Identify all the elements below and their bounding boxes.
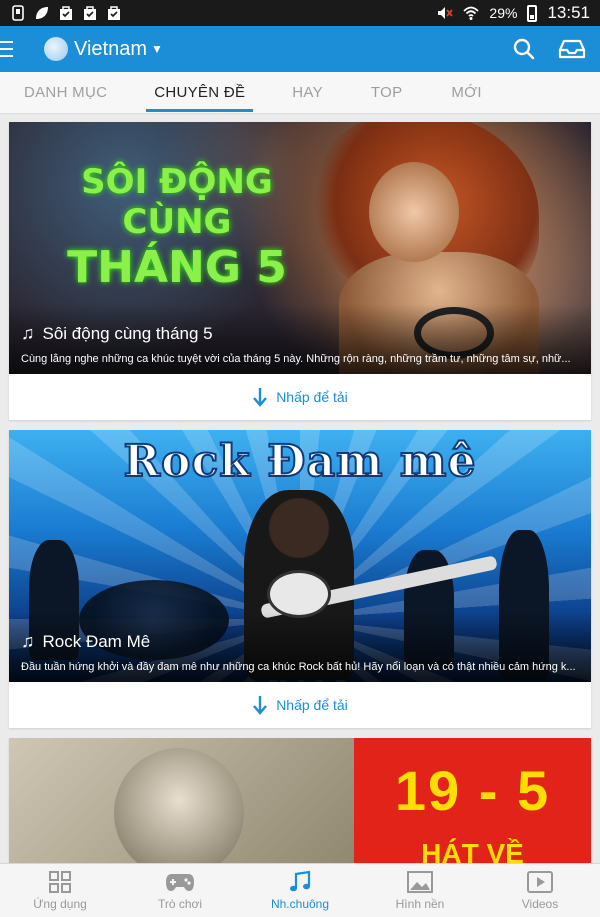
search-icon[interactable] — [512, 37, 536, 61]
apps-grid-icon — [49, 871, 71, 893]
clock: 13:51 — [547, 3, 590, 22]
nav-wallpapers[interactable]: Hình nền — [360, 864, 480, 917]
nav-label: Hình nền — [395, 897, 445, 911]
wifi-icon — [463, 6, 480, 20]
leaf-icon — [36, 7, 48, 19]
store-bag-icon — [108, 6, 120, 20]
collection-card[interactable]: Rock Đam mê ♫ Rock Đam Mê Đầu tuần hứng … — [9, 430, 591, 728]
collection-banner[interactable]: SÔI ĐỘNG CÙNG THÁNG 5 ♫ Sôi động cùng th… — [9, 122, 591, 374]
status-bar: 29% 13:51 — [0, 0, 600, 26]
music-note-icon: ♫ — [21, 323, 35, 343]
menu-icon[interactable] — [0, 26, 30, 72]
store-bag-icon — [84, 6, 96, 20]
tab-danh-muc[interactable]: DANH MỤC — [24, 72, 107, 114]
download-button[interactable]: Nhấp để tải — [9, 374, 591, 420]
nav-label: Ứng dụng — [33, 897, 87, 911]
collection-list: SÔI ĐỘNG CÙNG THÁNG 5 ♫ Sôi động cùng th… — [0, 114, 600, 863]
music-note-icon: ♫ — [21, 631, 35, 651]
nav-videos[interactable]: Videos — [480, 864, 600, 917]
arrow-down-icon — [253, 388, 268, 407]
tab-top[interactable]: TOP — [371, 72, 402, 114]
banner-artwork-subtext: HÁT VỀ — [421, 838, 524, 863]
battery-icon — [527, 4, 538, 22]
sim-alert-icon — [12, 5, 24, 21]
collection-title: Sôi động cùng tháng 5 — [42, 323, 213, 343]
collection-banner[interactable]: 19 - 5 HÁT VỀ — [9, 738, 591, 863]
chevron-down-icon[interactable]: ▼ — [151, 42, 163, 56]
arrow-down-icon — [253, 696, 268, 715]
battery-percent: 29% — [489, 5, 518, 21]
nav-games[interactable]: Trò chơi — [120, 864, 240, 917]
nav-ringtones[interactable]: Nh.chuông — [240, 864, 360, 917]
collection-card[interactable]: 19 - 5 HÁT VỀ — [9, 738, 591, 863]
category-tabs: DANH MỤC CHUYÊN ĐỀ HAY TOP MỚI — [0, 72, 600, 114]
collection-description: Cùng lắng nghe những ca khúc tuyệt vời c… — [21, 353, 571, 365]
collection-banner[interactable]: Rock Đam mê ♫ Rock Đam Mê Đầu tuần hứng … — [9, 430, 591, 682]
music-note-icon — [290, 870, 311, 892]
collection-description: Đầu tuần hứng khởi và đầy đam mê như nhữ… — [21, 661, 576, 673]
app-bar: Vietnam ▼ — [0, 26, 600, 72]
video-icon — [527, 871, 553, 893]
nav-apps[interactable]: Ứng dụng — [0, 864, 120, 917]
wallpaper-icon — [407, 871, 433, 893]
region-selector[interactable]: Vietnam — [74, 38, 147, 61]
collection-card[interactable]: SÔI ĐỘNG CÙNG THÁNG 5 ♫ Sôi động cùng th… — [9, 122, 591, 420]
banner-artwork-text: SÔI ĐỘNG CÙNG THÁNG 5 — [67, 162, 287, 294]
collection-title: Rock Đam Mê — [42, 631, 151, 651]
tab-chuyen-de[interactable]: CHUYÊN ĐỀ — [146, 72, 254, 114]
tab-hay[interactable]: HAY — [292, 72, 323, 114]
banner-artwork-text: Rock Đam mê — [123, 435, 477, 488]
inbox-download-icon[interactable] — [558, 38, 586, 60]
nav-label: Nh.chuông — [270, 897, 330, 911]
download-label: Nhấp để tải — [276, 389, 348, 405]
tab-moi[interactable]: MỚI — [451, 72, 481, 114]
store-bag-icon — [60, 6, 72, 20]
nav-label: Videos — [521, 897, 559, 911]
banner-artwork-text: 19 - 5 — [394, 759, 551, 822]
download-button[interactable]: Nhấp để tải — [9, 682, 591, 728]
nav-label: Trò chơi — [157, 897, 203, 911]
globe-icon[interactable] — [44, 37, 68, 61]
bottom-navigation: Ứng dụng Trò chơi Nh.chuông Hình nền Vid… — [0, 863, 600, 917]
download-label: Nhấp để tải — [276, 697, 348, 713]
mute-icon — [438, 7, 454, 19]
gamepad-icon — [166, 874, 194, 891]
